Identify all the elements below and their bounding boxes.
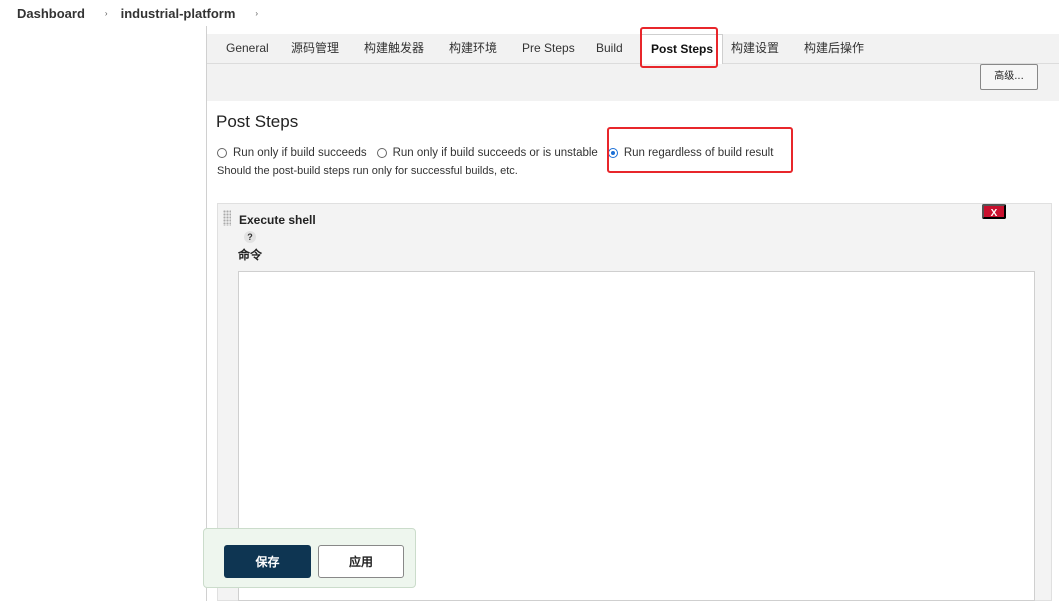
drag-handle-icon[interactable]: [223, 210, 231, 226]
tab-pre-steps[interactable]: Pre Steps: [522, 34, 575, 64]
apply-button[interactable]: 应用: [318, 545, 404, 578]
radio-run-if-unstable[interactable]: [376, 148, 387, 158]
tab-bar: General 源码管理 构建触发器 构建环境 Pre Steps Build …: [207, 34, 1059, 65]
radio-label-succeeds[interactable]: Run only if build succeeds: [233, 147, 367, 159]
tab-source-management[interactable]: 源码管理: [291, 34, 339, 64]
tab-post-build-actions[interactable]: 构建后操作: [804, 34, 864, 64]
radio-label-regardless[interactable]: Run regardless of build result: [624, 147, 774, 159]
help-icon[interactable]: ?: [244, 231, 256, 243]
radio-run-if-succeeds[interactable]: [217, 148, 227, 158]
step-title: Execute shell: [239, 213, 316, 227]
breadcrumb-chevron-icon[interactable]: ›: [105, 9, 108, 18]
config-panel: General 源码管理 构建触发器 构建环境 Pre Steps Build …: [206, 26, 1059, 601]
bottom-action-bar: 保存 应用: [203, 528, 416, 588]
breadcrumb-dashboard[interactable]: Dashboard: [17, 6, 85, 21]
tab-post-steps[interactable]: Post Steps: [641, 34, 724, 65]
tab-build-triggers[interactable]: 构建触发器: [364, 34, 424, 64]
section-title: Post Steps: [216, 112, 299, 131]
advanced-button[interactable]: 高级...: [980, 64, 1038, 90]
post-steps-help-text: Should the post-build steps run only for…: [217, 165, 518, 177]
radio-label-unstable[interactable]: Run only if build succeeds or is unstabl…: [393, 147, 598, 159]
radio-run-regardless[interactable]: [607, 148, 618, 158]
delete-step-button[interactable]: X: [982, 204, 1006, 219]
tab-build-environment[interactable]: 构建环境: [449, 34, 497, 64]
breadcrumb-chevron-icon[interactable]: ›: [255, 9, 258, 18]
command-label: 命令: [238, 248, 263, 262]
tab-content-header: 高级...: [207, 64, 1059, 101]
breadcrumb: Dashboard › industrial-platform ›: [0, 0, 1059, 26]
tab-general[interactable]: General: [226, 34, 269, 64]
tab-build-settings[interactable]: 构建设置: [731, 34, 779, 64]
post-steps-radio-group: Run only if build succeeds Run only if b…: [217, 147, 783, 159]
tab-build[interactable]: Build: [596, 34, 623, 64]
breadcrumb-project[interactable]: industrial-platform: [121, 6, 236, 21]
save-button[interactable]: 保存: [224, 545, 311, 578]
